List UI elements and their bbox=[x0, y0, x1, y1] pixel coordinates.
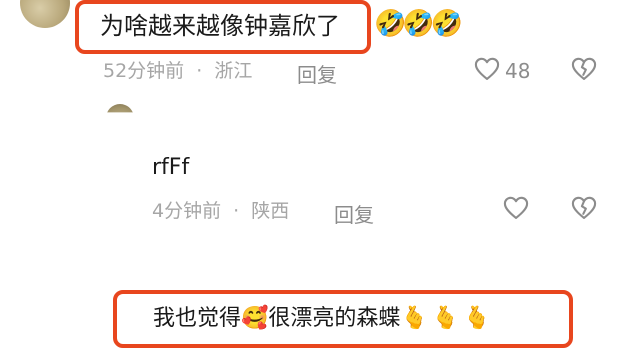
comment-emoji: 🤣🤣🤣 bbox=[374, 9, 463, 39]
heart-outline-icon[interactable] bbox=[502, 194, 530, 222]
comment-meta: 52分钟前 · 浙江 bbox=[103, 59, 252, 83]
comment-text-end: 很漂亮的森蝶 bbox=[268, 306, 401, 331]
comment-location: 浙江 bbox=[214, 60, 253, 82]
reply-button[interactable]: 回复 bbox=[297, 59, 337, 88]
avatar[interactable] bbox=[20, 0, 70, 28]
comment-text: 我也觉得🥰很漂亮的森蝶🫰🫰🫰 bbox=[153, 304, 495, 334]
hug-emoji: 🥰 bbox=[241, 306, 269, 331]
comment-time: 52分钟前 bbox=[103, 60, 185, 82]
avatar[interactable] bbox=[106, 104, 134, 113]
comment-meta: 4分钟前 · 陕西 bbox=[152, 199, 289, 223]
heart-hands-emoji: 🫰🫰🫰 bbox=[400, 306, 495, 331]
broken-heart-outline-icon[interactable] bbox=[570, 55, 598, 83]
heart-outline-icon[interactable] bbox=[473, 55, 501, 83]
like-count: 48 bbox=[505, 59, 531, 83]
reply-button[interactable]: 回复 bbox=[334, 199, 374, 228]
comment-text: 为啥越来越像钟嘉欣了 bbox=[100, 12, 340, 40]
comment-time: 4分钟前 bbox=[152, 200, 222, 222]
broken-heart-outline-icon[interactable] bbox=[570, 194, 598, 222]
comment-text: rfFf bbox=[152, 155, 190, 180]
comment-location: 陕西 bbox=[251, 200, 290, 222]
meta-separator: · bbox=[233, 200, 240, 222]
meta-separator: · bbox=[196, 60, 203, 82]
comment-text-start: 我也觉得 bbox=[153, 306, 242, 331]
